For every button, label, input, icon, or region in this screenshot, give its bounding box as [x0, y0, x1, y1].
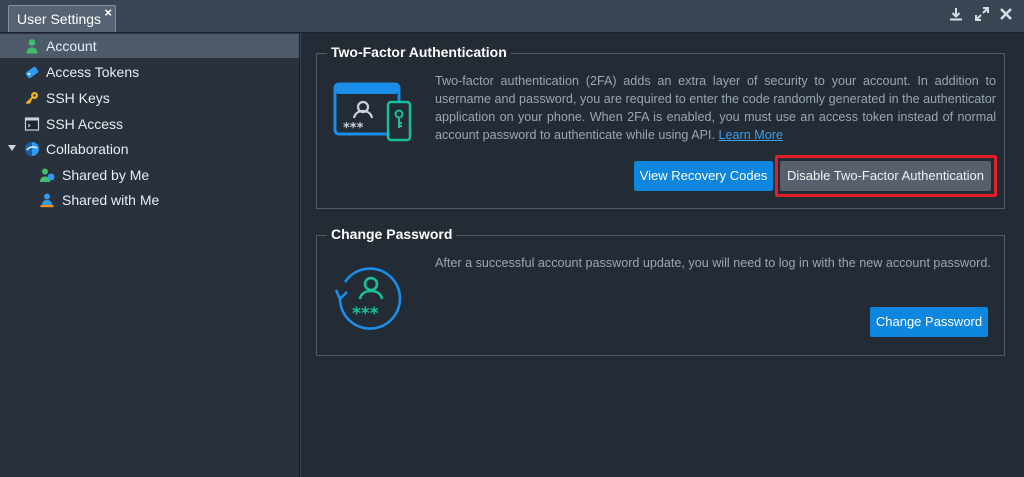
expand-icon[interactable] — [974, 6, 990, 22]
two-factor-description: Two-factor authentication (2FA) adds an … — [435, 74, 996, 142]
shared-with-me-icon — [39, 192, 55, 208]
tab-title: User Settings — [17, 11, 102, 27]
sidebar-item-collaboration[interactable]: Collaboration — [0, 137, 299, 161]
shared-by-me-icon — [39, 167, 55, 183]
terminal-icon — [24, 116, 40, 132]
two-factor-title: Two-Factor Authentication — [327, 44, 511, 60]
svg-text:***: *** — [343, 121, 364, 136]
key-icon — [24, 90, 40, 106]
two-factor-device-icon: *** — [333, 80, 413, 147]
sidebar-item-shared-by-me[interactable]: Shared by Me — [0, 163, 299, 187]
sidebar-nav: Account Access Tokens SSH Keys SSH Acces… — [0, 33, 300, 477]
close-window-icon[interactable] — [998, 6, 1014, 22]
password-reset-icon: *** — [333, 260, 405, 337]
chevron-down-icon[interactable] — [8, 145, 16, 151]
tab-close-icon[interactable]: × — [104, 5, 112, 20]
change-password-title: Change Password — [327, 226, 457, 242]
sidebar-item-label: SSH Access — [46, 116, 124, 132]
sidebar-item-access-tokens[interactable]: Access Tokens — [0, 60, 299, 84]
sidebar-item-ssh-access[interactable]: SSH Access — [0, 112, 299, 136]
sidebar-item-label: Account — [46, 38, 97, 54]
collaboration-icon — [24, 141, 40, 157]
download-icon[interactable] — [948, 6, 964, 22]
sidebar-item-label: Shared by Me — [62, 167, 150, 183]
token-icon — [24, 64, 40, 80]
change-password-description: After a successful account password upda… — [435, 256, 991, 270]
sidebar-item-account[interactable]: Account — [0, 34, 299, 58]
disable-two-factor-button[interactable]: Disable Two-Factor Authentication — [780, 161, 991, 191]
user-icon — [24, 38, 40, 54]
change-password-button[interactable]: Change Password — [870, 307, 988, 337]
learn-more-link[interactable]: Learn More — [719, 128, 783, 142]
change-password-panel: Change Password *** After a successful a… — [316, 226, 1005, 356]
sidebar-item-label: Collaboration — [46, 141, 129, 157]
tab-user-settings[interactable]: User Settings × — [8, 5, 116, 32]
svg-text:***: *** — [352, 304, 379, 324]
two-factor-panel: Two-Factor Authentication *** Two-factor… — [316, 44, 1005, 209]
window-titlebar: User Settings × — [0, 0, 1024, 33]
main-content: Two-Factor Authentication *** Two-factor… — [300, 33, 1024, 477]
sidebar-item-label: SSH Keys — [46, 90, 110, 106]
sidebar-item-label: Access Tokens — [46, 64, 140, 80]
view-recovery-codes-button[interactable]: View Recovery Codes — [634, 161, 773, 191]
sidebar-item-ssh-keys[interactable]: SSH Keys — [0, 86, 299, 110]
sidebar-item-label: Shared with Me — [62, 192, 160, 208]
sidebar-item-shared-with-me[interactable]: Shared with Me — [0, 188, 299, 212]
